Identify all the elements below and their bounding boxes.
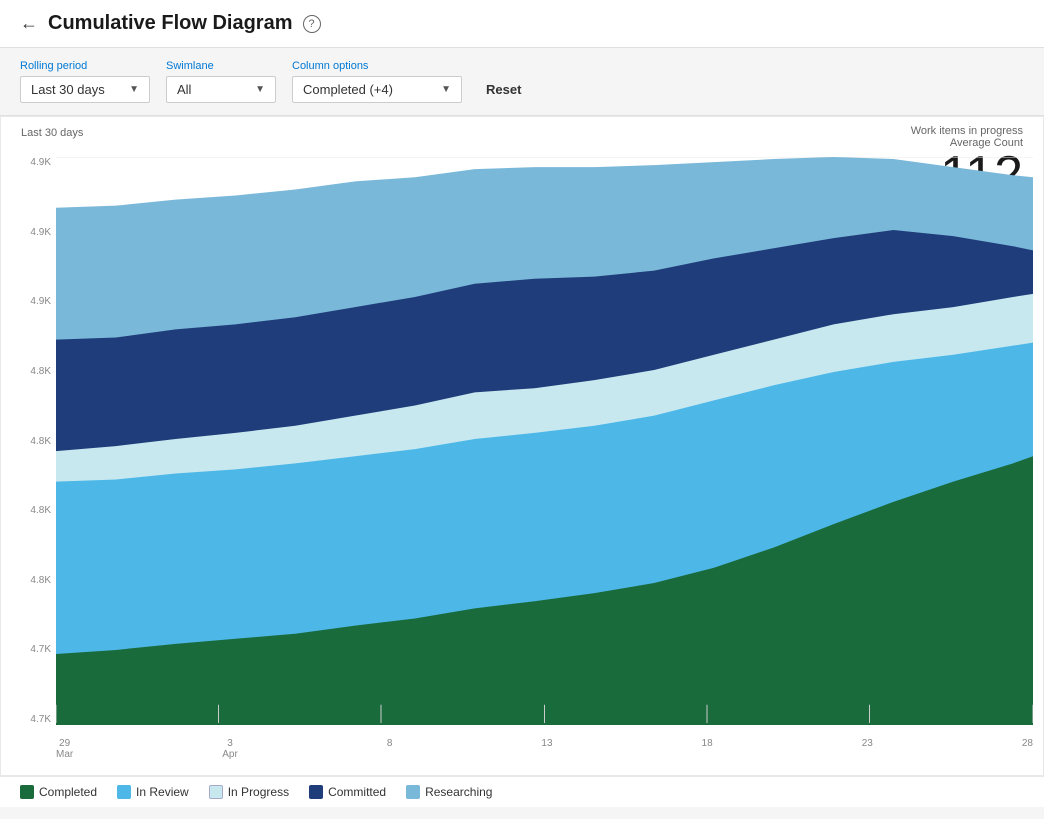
toolbar: Rolling period Last 30 days ▼ Swimlane A…: [0, 48, 1044, 116]
column-options-control: Column options Completed (+4) ▼: [292, 60, 462, 103]
legend-item-in-review: In Review: [117, 785, 189, 799]
x-label-28: 28: [1022, 738, 1033, 760]
x-label-13: 13: [541, 738, 552, 760]
y-label-4: 4.8K: [11, 366, 51, 377]
y-label-5: 4.8K: [11, 436, 51, 447]
swimlane-value: All: [177, 82, 191, 97]
swimlane-label: Swimlane: [166, 60, 276, 72]
y-label-8: 4.7K: [11, 644, 51, 655]
rolling-period-label: Rolling period: [20, 60, 150, 72]
rolling-period-chevron-icon: ▼: [129, 84, 139, 95]
swimlane-control: Swimlane All ▼: [166, 60, 276, 103]
rolling-period-dropdown[interactable]: Last 30 days ▼: [20, 76, 150, 103]
column-options-value: Completed (+4): [303, 82, 393, 97]
chart-legend: Completed In Review In Progress Committe…: [0, 776, 1044, 807]
legend-item-in-progress: In Progress: [209, 785, 289, 799]
researching-label: Researching: [425, 785, 492, 799]
in-review-color-swatch: [117, 785, 131, 799]
completed-label: Completed: [39, 785, 97, 799]
chart-period-label: Last 30 days: [21, 127, 83, 139]
chart-stats-label: Work items in progress: [911, 125, 1023, 137]
y-label-7: 4.8K: [11, 575, 51, 586]
researching-color-swatch: [406, 785, 420, 799]
help-icon[interactable]: ?: [303, 15, 321, 33]
chart-container: Last 30 days Work items in progress Aver…: [0, 116, 1044, 776]
y-label-3: 4.9K: [11, 296, 51, 307]
column-options-chevron-icon: ▼: [441, 84, 451, 95]
legend-item-researching: Researching: [406, 785, 492, 799]
completed-color-swatch: [20, 785, 34, 799]
x-label-29: 29 Mar: [56, 738, 73, 760]
page-title: Cumulative Flow Diagram: [48, 12, 293, 35]
column-options-dropdown[interactable]: Completed (+4) ▼: [292, 76, 462, 103]
back-button[interactable]: ←: [20, 13, 38, 34]
legend-item-completed: Completed: [20, 785, 97, 799]
y-axis: 4.9K 4.9K 4.9K 4.8K 4.8K 4.8K 4.8K 4.7K …: [11, 157, 51, 725]
chart-svg-area: [56, 157, 1033, 725]
rolling-period-control: Rolling period Last 30 days ▼: [20, 60, 150, 103]
in-progress-label: In Progress: [228, 785, 289, 799]
committed-label: Committed: [328, 785, 386, 799]
x-label-23: 23: [862, 738, 873, 760]
x-label-3: 3 Apr: [222, 738, 238, 760]
x-label-8: 8: [387, 738, 393, 760]
swimlane-dropdown[interactable]: All ▼: [166, 76, 276, 103]
column-options-label: Column options: [292, 60, 462, 72]
in-progress-color-swatch: [209, 785, 223, 799]
page-header: ← Cumulative Flow Diagram ?: [0, 0, 1044, 48]
swimlane-chevron-icon: ▼: [255, 84, 265, 95]
x-label-18: 18: [702, 738, 713, 760]
legend-item-committed: Committed: [309, 785, 386, 799]
reset-button[interactable]: Reset: [478, 76, 529, 103]
y-label-2: 4.9K: [11, 227, 51, 238]
in-review-label: In Review: [136, 785, 189, 799]
rolling-period-value: Last 30 days: [31, 82, 105, 97]
chart-svg: [56, 157, 1033, 725]
y-label-6: 4.8K: [11, 505, 51, 516]
x-axis: 29 Mar 3 Apr 8 13 18 23 28: [56, 738, 1033, 760]
y-label-9: 4.7K: [11, 714, 51, 725]
y-label-1: 4.9K: [11, 157, 51, 168]
committed-color-swatch: [309, 785, 323, 799]
back-icon: ←: [20, 13, 38, 34]
